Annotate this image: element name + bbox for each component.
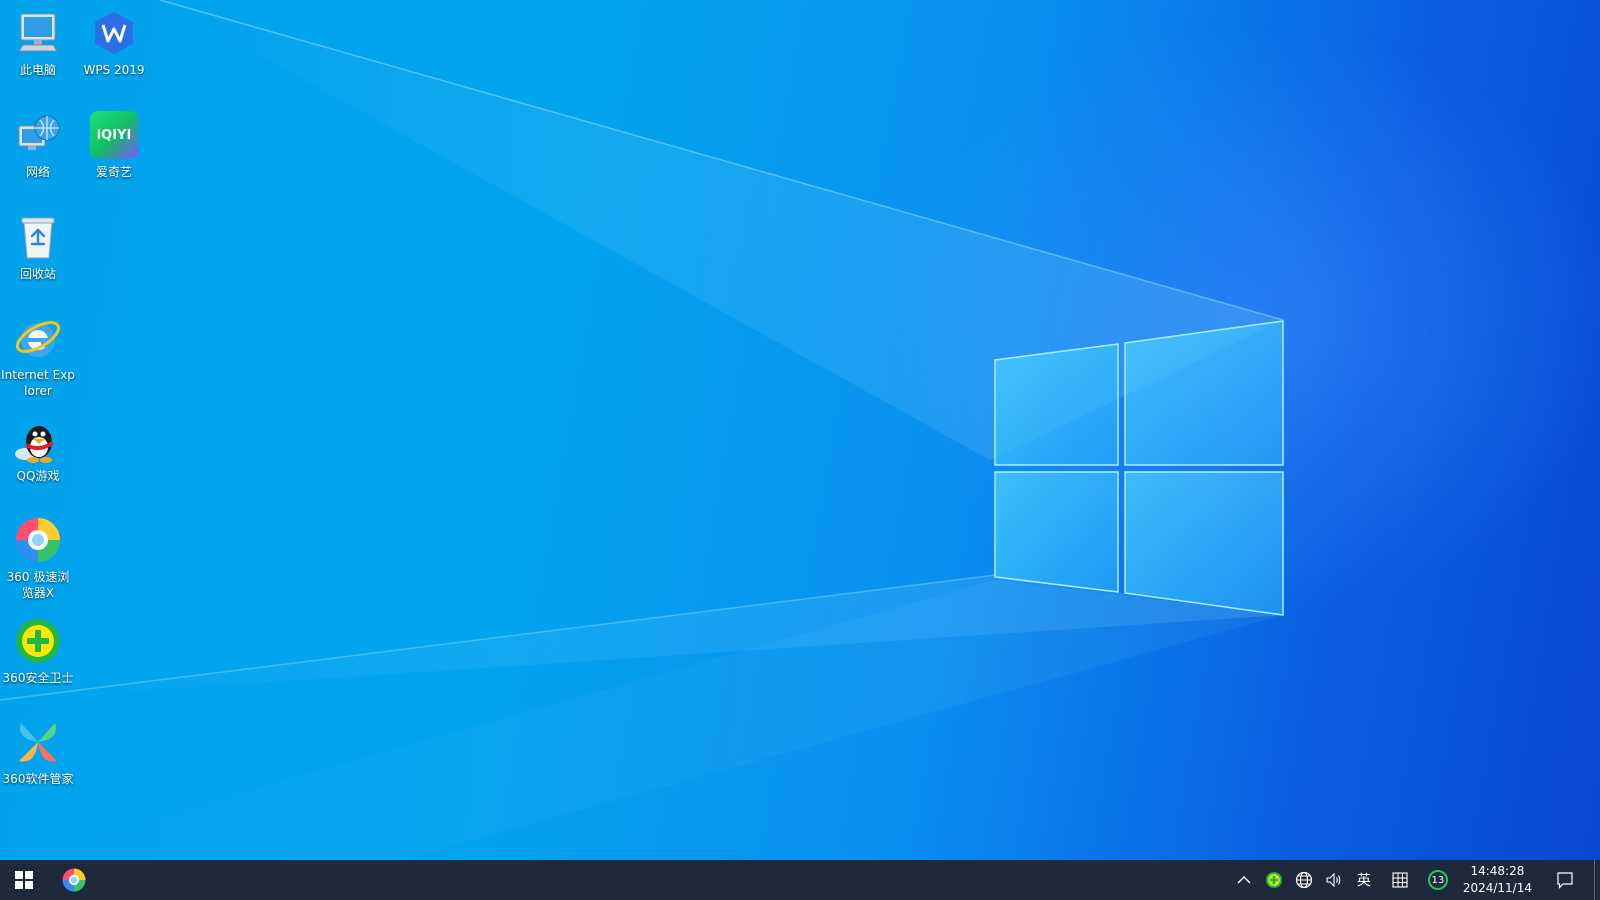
desktop-icon-label: 回收站: [19, 267, 56, 281]
iqiyi-logo-text: iQIYI: [96, 127, 132, 143]
clock[interactable]: 14:48:28 2024/11/14: [1453, 860, 1542, 900]
desktop-icon-label: 网络: [25, 165, 50, 179]
desktop-icon-iqiyi[interactable]: iQIYI 爱奇艺: [76, 110, 152, 180]
wps-icon: [89, 8, 139, 58]
clock-date: 2024/11/14: [1462, 881, 1532, 895]
desktop-icon-network[interactable]: 网络: [0, 110, 76, 180]
desktop-icon-label: 爱奇艺: [95, 165, 132, 179]
globe-icon: [1295, 871, 1312, 889]
notification-icon: [1557, 872, 1573, 889]
desktop-icon-360-security[interactable]: 360安全卫士: [0, 616, 76, 686]
tray-notification-badge[interactable]: 13: [1423, 860, 1453, 900]
desktop-icon-internet-explorer[interactable]: Internet Explorer: [0, 313, 76, 399]
360-browser-icon: [62, 868, 86, 892]
desktop-icon-label: 360 极速浏览器X: [6, 570, 70, 600]
input-method-button[interactable]: 英: [1349, 860, 1379, 900]
recycle-bin-icon: [13, 212, 63, 262]
desktop-icon-qq-games[interactable]: QQ游戏: [0, 414, 76, 484]
windows-start-icon: [15, 871, 33, 889]
desktop-icon-label: QQ游戏: [16, 469, 60, 483]
taskbar: 英 13 14:48:28 2024/11/14: [0, 860, 1600, 900]
desktop-icon-label: 此电脑: [19, 63, 56, 77]
action-center-button[interactable]: [1542, 860, 1588, 900]
360-browser-icon: [13, 515, 63, 565]
360-security-tray-icon: [1265, 872, 1282, 888]
speaker-icon: [1326, 872, 1341, 888]
desktop-icon-label: WPS 2019: [83, 63, 145, 77]
desktop-icon-360-browser[interactable]: 360 极速浏览器X: [0, 515, 76, 601]
system-tray: 英 13 14:48:28 2024/11/14: [1229, 860, 1600, 900]
badge-13-icon: 13: [1427, 870, 1448, 890]
start-button[interactable]: [0, 860, 48, 900]
clock-time: 14:48:28: [1470, 864, 1525, 878]
iqiyi-icon: iQIYI: [89, 110, 139, 160]
ime-keyboard-button[interactable]: [1385, 860, 1415, 900]
wallpaper-windows-logo: [0, 0, 1284, 860]
keyboard-grid-icon: [1392, 872, 1408, 888]
taskbar-pinned-360-browser[interactable]: [50, 860, 98, 900]
desktop-icon-recycle-bin[interactable]: 回收站: [0, 212, 76, 282]
qq-games-icon: [13, 414, 63, 464]
360-security-icon: [13, 616, 63, 666]
desktop-icon-360-software-manager[interactable]: 360软件管家: [0, 717, 76, 787]
tray-360-security[interactable]: [1259, 860, 1289, 900]
show-hidden-icons-button[interactable]: [1229, 860, 1259, 900]
desktop-icon-label: 360软件管家: [2, 772, 74, 786]
chevron-up-icon: [1237, 876, 1251, 884]
volume-button[interactable]: [1319, 860, 1349, 900]
desktop-icon-label: Internet Explorer: [1, 368, 75, 398]
network-tray-button[interactable]: [1289, 860, 1319, 900]
show-desktop-button[interactable]: [1594, 860, 1600, 900]
desktop-icon-this-pc[interactable]: 此电脑: [0, 8, 76, 78]
this-pc-icon: [13, 8, 63, 58]
internet-explorer-icon: [13, 313, 63, 363]
desktop-icon-wps[interactable]: WPS 2019: [76, 8, 152, 78]
network-icon: [13, 110, 63, 160]
badge-count: 13: [1431, 874, 1445, 886]
desktop-icon-label: 360安全卫士: [2, 671, 74, 685]
desktop: 此电脑 WPS 2019 网络 iQIYI 爱奇艺 回收站 Internet E…: [0, 0, 1600, 860]
360-software-manager-icon: [13, 717, 63, 767]
